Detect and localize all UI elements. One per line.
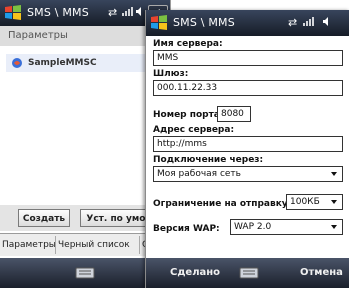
send-limit-select[interactable]: 100КБ — [286, 194, 343, 210]
window-title: SMS \ MMS — [173, 16, 235, 29]
server-icon — [11, 57, 23, 69]
connect-via-value: Моя рабочая сеть — [157, 169, 241, 179]
connect-via-select[interactable]: Моя рабочая сеть — [153, 166, 343, 182]
create-button[interactable]: Создать — [18, 209, 70, 227]
list-item-label: SampleMMSC — [28, 58, 97, 68]
connect-via-label: Подключение через: — [153, 155, 264, 165]
port-label: Номер порта: — [153, 110, 224, 120]
send-limit-label: Ограничение на отправку: — [153, 199, 292, 209]
signal-icon[interactable] — [303, 16, 314, 30]
server-name-label: Имя сервера: — [153, 39, 223, 49]
wap-version-select[interactable]: WAP 2.0 — [230, 219, 343, 235]
cancel-softkey[interactable]: Отмена — [300, 267, 343, 278]
gateway-label: Шлюз: — [153, 69, 189, 79]
port-field[interactable]: 8080 — [217, 106, 251, 122]
tab-parameters[interactable]: Параметры — [0, 236, 56, 254]
window-title: SMS \ MMS — [27, 6, 89, 19]
signal-icon[interactable] — [122, 6, 133, 20]
done-softkey[interactable]: Сделано — [170, 267, 220, 278]
title-bar: SMS \ MMS ⇄ — [146, 10, 349, 36]
server-address-label: Адрес сервера: — [153, 125, 235, 135]
keyboard-icon[interactable] — [239, 265, 259, 284]
wap-version-label: Версия WAP: — [153, 224, 220, 234]
keyboard-icon[interactable] — [75, 265, 95, 284]
volume-icon[interactable] — [322, 16, 333, 30]
chevron-down-icon — [331, 225, 337, 229]
send-limit-value: 100КБ — [290, 197, 320, 207]
connectivity-icon[interactable]: ⇄ — [108, 6, 117, 19]
mmsc-settings-window: SMS \ MMS ⇄ Имя сервера: MMS Шлюз: 000.1… — [145, 10, 349, 288]
gateway-field[interactable]: 000.11.22.33 — [153, 80, 343, 96]
windows-start-icon[interactable] — [4, 4, 22, 24]
server-address-field[interactable]: http://mms — [153, 136, 343, 152]
softkey-bar: Сделано Отмена — [146, 258, 349, 288]
chevron-down-icon — [331, 172, 337, 176]
windows-start-icon[interactable] — [150, 14, 168, 34]
tab-blacklist[interactable]: Черный список — [56, 236, 140, 254]
chevron-down-icon — [331, 200, 337, 204]
wap-version-value: WAP 2.0 — [234, 222, 272, 232]
connectivity-icon[interactable]: ⇄ — [288, 16, 297, 29]
server-name-field[interactable]: MMS — [153, 50, 343, 66]
